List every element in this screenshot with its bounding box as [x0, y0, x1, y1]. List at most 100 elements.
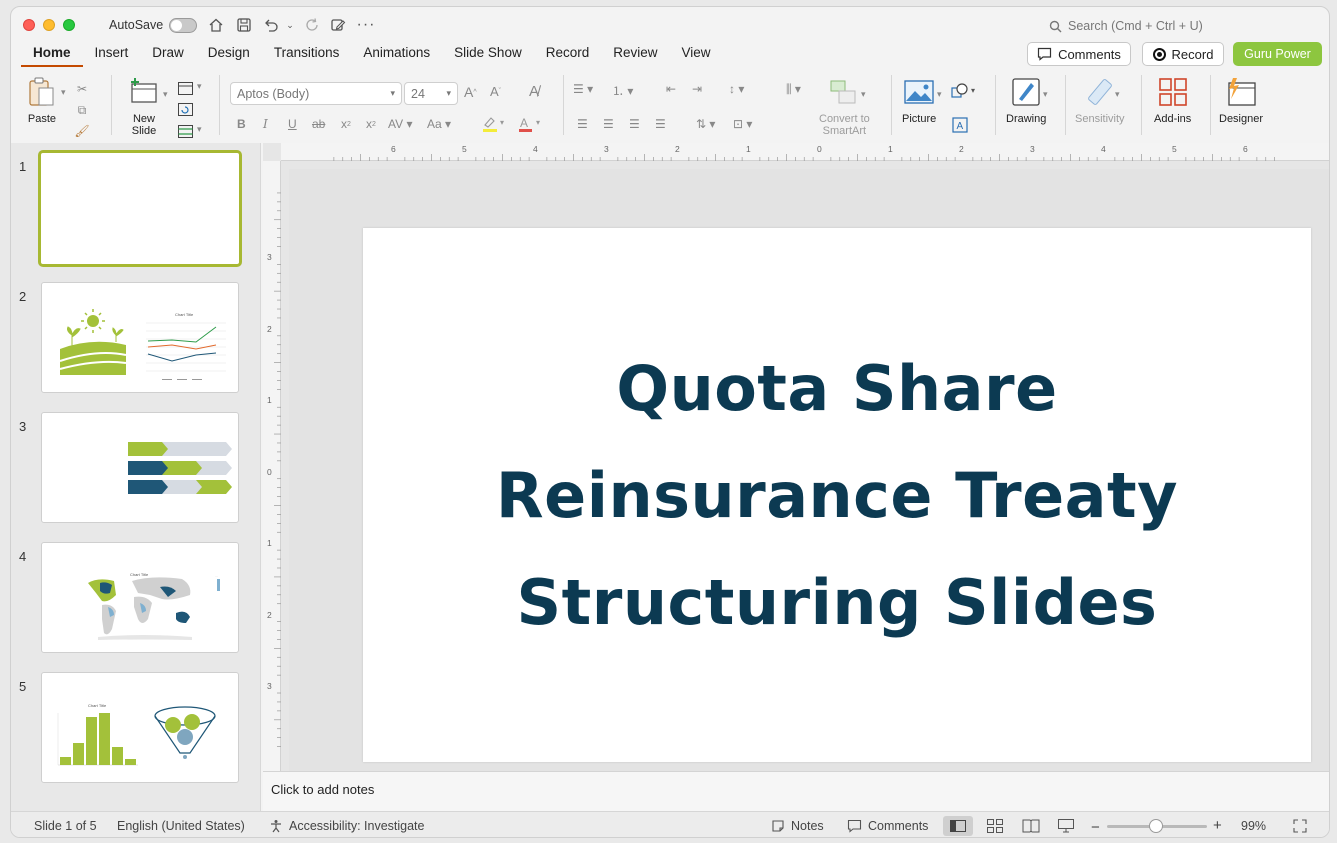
convert-to-smartart-button[interactable]: Convert to SmartArt	[819, 75, 870, 137]
addins-button[interactable]: Add-ins	[1154, 75, 1191, 125]
font-name-combo[interactable]: Aptos (Body) ▾	[230, 82, 402, 105]
layout-icon[interactable]	[177, 81, 194, 96]
strikethrough-icon[interactable]: ab	[312, 117, 325, 131]
zoom-window-button[interactable]	[63, 19, 75, 31]
tab-home[interactable]: Home	[21, 43, 83, 67]
autosave-toggle[interactable]	[169, 18, 197, 33]
comments-button[interactable]: Comments	[1027, 42, 1131, 66]
new-slide-dropdown-icon[interactable]: ▾	[163, 89, 168, 100]
text-direction-icon[interactable]: ⇅ ▾	[696, 117, 715, 131]
reading-view-button[interactable]	[1022, 819, 1040, 833]
tab-transitions[interactable]: Transitions	[262, 43, 352, 67]
tab-draw[interactable]: Draw	[140, 43, 196, 67]
redo-icon[interactable]	[303, 16, 321, 34]
align-left-icon[interactable]: ☰	[577, 117, 588, 131]
superscript-icon[interactable]: x2	[341, 117, 351, 131]
zoom-slider-thumb[interactable]	[1149, 819, 1163, 833]
paste-dropdown-icon[interactable]: ▾	[61, 87, 66, 98]
zoom-level[interactable]: 99%	[1241, 819, 1266, 833]
guru-power-button[interactable]: Guru Power	[1233, 42, 1322, 66]
shapes-icon[interactable]: ▾	[951, 83, 979, 99]
slide-editor[interactable]: 6 5 4 3 2 1 0 1 2 3 4 5 6 3 2 1 0 1 2 3	[263, 143, 1329, 771]
slide-thumbnail-3[interactable]	[41, 412, 239, 523]
close-window-button[interactable]	[23, 19, 35, 31]
zoom-out-button[interactable]: −	[1091, 819, 1100, 836]
bold-icon[interactable]: B	[237, 117, 246, 131]
tab-view[interactable]: View	[670, 43, 723, 67]
align-text-icon[interactable]: ⊡ ▾	[733, 117, 752, 131]
slide-thumbnail-4[interactable]: Chart Title ···	[41, 542, 239, 653]
text-box-icon[interactable]: A	[952, 117, 968, 133]
italic-icon[interactable]: I	[263, 117, 268, 131]
tab-animations[interactable]: Animations	[351, 43, 442, 67]
slide-thumbnail-2[interactable]: Chart Title	[41, 282, 239, 393]
accessibility-status[interactable]: Accessibility: Investigate	[269, 819, 424, 833]
cut-icon[interactable]: ✂	[74, 81, 90, 97]
highlight-icon[interactable]: ▾	[481, 115, 507, 133]
clear-formatting-icon[interactable]: A̸	[529, 83, 539, 100]
reset-slide-icon[interactable]	[177, 102, 194, 117]
slide-title[interactable]: Quota Share Reinsurance Treaty Structuri…	[496, 335, 1178, 656]
paste-button[interactable]: Paste	[25, 75, 59, 125]
notes-pane[interactable]: Click to add notes	[263, 771, 1329, 811]
home-icon[interactable]	[207, 16, 225, 34]
slideshow-button[interactable]	[1058, 819, 1074, 833]
smartart-dropdown-icon[interactable]: ▾	[861, 89, 866, 100]
slide-sorter-button[interactable]	[987, 819, 1003, 833]
columns-icon[interactable]: ⫼ ▾	[786, 82, 801, 97]
notes-toggle-button[interactable]: Notes	[771, 819, 824, 833]
underline-icon[interactable]: U	[288, 117, 297, 131]
minimize-window-button[interactable]	[43, 19, 55, 31]
zoom-in-button[interactable]: +	[1213, 817, 1222, 834]
tab-slide-show[interactable]: Slide Show	[442, 43, 534, 67]
slide-thumbnail-1[interactable]	[38, 150, 242, 267]
drawing-dropdown-icon[interactable]: ▾	[1043, 89, 1048, 100]
tab-review[interactable]: Review	[601, 43, 669, 67]
numbering-icon[interactable]: ⒈ ▾	[612, 82, 633, 99]
subscript-icon[interactable]: x2	[366, 117, 376, 131]
increase-font-icon[interactable]: A ^	[464, 84, 477, 100]
save-icon[interactable]	[235, 16, 253, 34]
font-size-combo[interactable]: 24 ▾	[404, 82, 458, 105]
undo-dropdown-icon[interactable]: ⌄	[281, 16, 299, 34]
search-box[interactable]: Search (Cmd + Ctrl + U)	[1049, 19, 1203, 33]
justify-icon[interactable]: ☰	[655, 117, 666, 131]
section-dropdown-icon[interactable]: ▾	[197, 124, 202, 135]
decrease-indent-icon[interactable]: ⇤	[666, 82, 676, 96]
layout-dropdown-icon[interactable]: ▾	[197, 81, 202, 92]
new-slide-button[interactable]: New Slide	[127, 75, 161, 137]
tab-record[interactable]: Record	[534, 43, 602, 67]
decrease-font-icon[interactable]: Aˇ	[490, 84, 501, 99]
change-case-icon[interactable]: Aa ▾	[427, 117, 451, 131]
sensitivity-button[interactable]: Sensitivity	[1075, 75, 1125, 125]
section-icon[interactable]	[177, 124, 194, 139]
undo-icon[interactable]	[262, 16, 280, 34]
font-color-icon[interactable]: A ▾	[517, 115, 543, 133]
drawing-button[interactable]: Drawing	[1006, 75, 1046, 125]
language-indicator[interactable]: English (United States)	[117, 819, 245, 833]
character-spacing-icon[interactable]: AV ▾	[388, 117, 412, 131]
slide-thumbnails-panel[interactable]: 1 2 Chart Title 3 4 Chart Title ··· 5 Ch…	[11, 143, 261, 811]
horizontal-ruler[interactable]: 6 5 4 3 2 1 0 1 2 3 4 5 6	[281, 143, 1329, 161]
copy-icon[interactable]: ⧉	[74, 102, 90, 118]
record-button[interactable]: Record	[1142, 42, 1224, 66]
picture-dropdown-icon[interactable]: ▾	[937, 89, 942, 100]
increase-indent-icon[interactable]: ⇥	[692, 82, 702, 96]
current-slide[interactable]: Quota Share Reinsurance Treaty Structuri…	[363, 228, 1311, 762]
more-icon[interactable]: ···	[357, 16, 375, 34]
fit-to-window-button[interactable]	[1293, 819, 1307, 833]
tab-insert[interactable]: Insert	[83, 43, 141, 67]
slide-thumbnail-5[interactable]: Chart Title	[41, 672, 239, 783]
normal-view-button[interactable]	[943, 816, 973, 836]
comments-toggle-button[interactable]: Comments	[847, 819, 928, 833]
align-right-icon[interactable]: ☰	[629, 117, 640, 131]
tab-design[interactable]: Design	[196, 43, 262, 67]
align-center-icon[interactable]: ☰	[603, 117, 614, 131]
vertical-ruler[interactable]: 3 2 1 0 1 2 3	[263, 161, 281, 771]
format-painter-icon[interactable]: 🖌	[74, 123, 90, 139]
line-spacing-icon[interactable]: ↕ ▾	[729, 82, 744, 96]
bullets-icon[interactable]: ☰ ▾	[573, 82, 593, 96]
customize-icon[interactable]	[329, 16, 347, 34]
designer-button[interactable]: Designer	[1219, 75, 1263, 125]
sensitivity-dropdown-icon[interactable]: ▾	[1115, 89, 1120, 100]
